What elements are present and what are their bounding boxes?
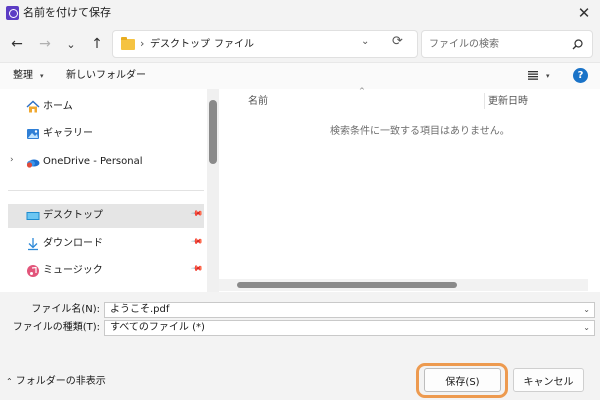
refresh-icon[interactable]: ⟳	[392, 34, 403, 49]
organize-button[interactable]: 整理	[13, 69, 33, 83]
chevron-down-icon[interactable]: ⌄	[583, 321, 590, 335]
pin-icon[interactable]: 📌	[190, 235, 203, 248]
hide-folders-toggle[interactable]: ⌃ フォルダーの非表示	[6, 375, 106, 389]
recent-locations-button[interactable]: ⌄	[60, 34, 82, 54]
window-title: 名前を付けて保存	[23, 6, 111, 19]
breadcrumb-file[interactable]: ファイル	[214, 38, 254, 52]
filetype-select[interactable]: すべてのファイル (*) ⌄	[104, 320, 595, 336]
download-icon	[28, 238, 38, 251]
filetype-label: ファイルの種類(T):	[12, 322, 100, 333]
search-box[interactable]: ファイルの検索	[421, 30, 593, 58]
expand-chevron-icon[interactable]: ›	[10, 155, 14, 165]
view-list-icon[interactable]	[528, 71, 538, 80]
sidebar-item-label: ダウンロード	[43, 238, 103, 249]
sort-indicator-icon: ^	[359, 87, 365, 95]
sidebar-item-gallery[interactable]: ギャラリー	[8, 122, 204, 146]
command-bar: 整理 ▾ 新しいフォルダー ▾ ?	[0, 62, 600, 89]
pin-icon[interactable]: 📌	[190, 207, 203, 220]
column-header-name[interactable]: 名前	[248, 95, 268, 109]
filetype-value[interactable]: すべてのファイル (*)	[110, 321, 205, 335]
address-bar[interactable]: › デスクトップ › ファイル ⌄ ⟳	[112, 30, 418, 58]
chevron-down-icon[interactable]: ⌄	[583, 303, 590, 317]
close-button[interactable]: ✕	[570, 1, 598, 25]
sidebar-item-label: デスクトップ	[43, 210, 103, 221]
sidebar-scrollbar-thumb[interactable]	[209, 100, 217, 164]
horizontal-scrollbar-thumb[interactable]	[237, 282, 457, 288]
column-header-modified[interactable]: 更新日時	[488, 95, 528, 109]
up-button[interactable]: ↑	[86, 34, 108, 54]
cancel-button[interactable]: キャンセル	[513, 368, 584, 392]
search-icon	[572, 39, 583, 50]
app-icon	[6, 6, 19, 20]
filename-label: ファイル名(N):	[31, 304, 100, 315]
hide-folders-label: フォルダーの非表示	[15, 376, 106, 387]
onedrive-icon	[26, 159, 40, 168]
sidebar-item-label: OneDrive - Personal	[43, 156, 143, 167]
sidebar-item-home[interactable]: ホーム	[8, 95, 204, 119]
desktop-icon	[26, 212, 40, 220]
music-icon	[27, 265, 39, 277]
organize-caret-icon[interactable]: ▾	[40, 69, 44, 83]
file-list-pane	[219, 89, 600, 292]
pin-icon[interactable]: 📌	[190, 262, 203, 275]
sidebar-item-onedrive[interactable]: › OneDrive - Personal	[8, 150, 204, 174]
address-dropdown-icon[interactable]: ⌄	[361, 36, 369, 47]
back-button[interactable]: ←	[6, 34, 28, 54]
navigation-bar: ← → ⌄ ↑ › デスクトップ › ファイル ⌄ ⟳ ファイルの検索	[0, 26, 600, 62]
sidebar-divider	[8, 190, 204, 191]
sidebar-item-downloads[interactable]: ダウンロード 📌	[8, 232, 204, 256]
search-input[interactable]: ファイルの検索	[429, 38, 499, 52]
file-fields-area	[0, 292, 600, 344]
sidebar-item-label: ミュージック	[43, 265, 103, 276]
chevron-up-icon: ⌃	[6, 377, 13, 386]
breadcrumb-desktop[interactable]: デスクトップ	[150, 38, 210, 52]
save-button[interactable]: 保存(S)	[424, 368, 501, 392]
gallery-icon	[27, 129, 39, 139]
forward-button[interactable]: →	[34, 34, 56, 54]
filename-input[interactable]: ようこそ.pdf ⌄	[104, 302, 595, 318]
breadcrumb-separator: ›	[140, 37, 145, 50]
sidebar-item-label: ギャラリー	[43, 128, 93, 139]
view-caret-icon[interactable]: ▾	[546, 69, 550, 83]
sidebar-item-label: ホーム	[43, 101, 73, 112]
column-separator[interactable]	[484, 93, 485, 109]
filename-value[interactable]: ようこそ.pdf	[110, 303, 169, 317]
sidebar-item-desktop[interactable]: デスクトップ 📌	[8, 204, 204, 228]
empty-results-message: 検索条件に一致する項目はありません。	[330, 126, 510, 137]
new-folder-button[interactable]: 新しいフォルダー	[66, 69, 146, 83]
breadcrumb-separator: ›	[204, 37, 209, 50]
folder-icon	[121, 37, 135, 50]
sidebar-item-music[interactable]: ミュージック 📌	[8, 259, 204, 283]
home-icon	[26, 100, 40, 113]
dialog-footer	[0, 344, 600, 400]
help-icon[interactable]: ?	[573, 68, 588, 83]
